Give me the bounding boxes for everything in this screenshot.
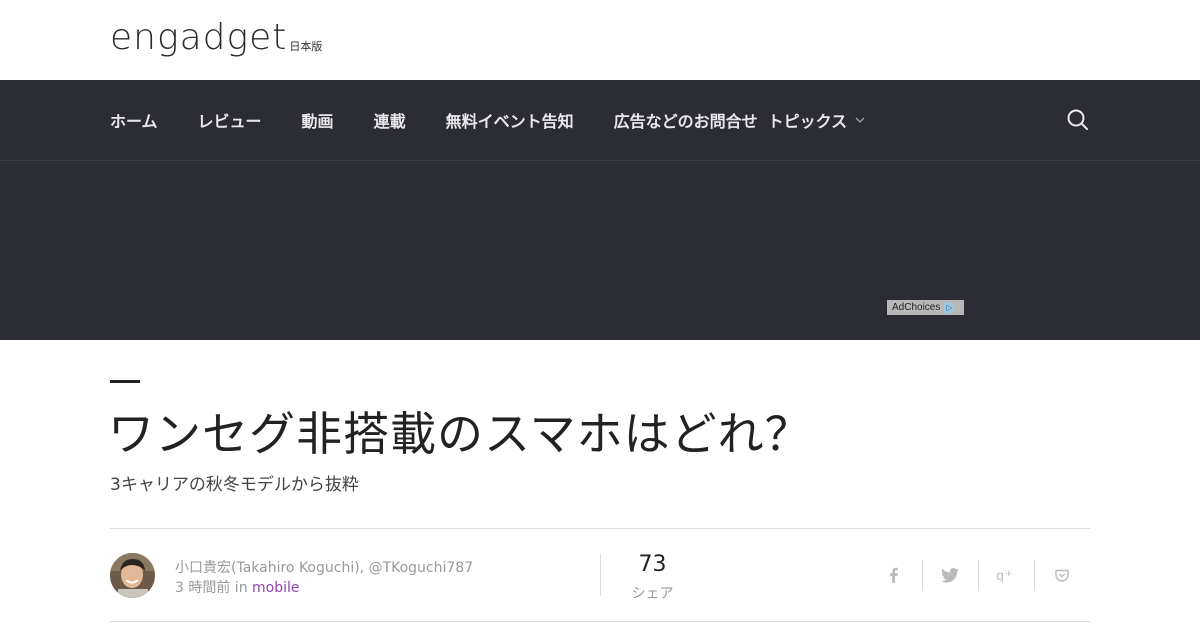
engadget-logo[interactable]: engadget 日本版 [110,18,322,58]
adchoices-badge[interactable]: AdChoices ▷ [887,300,964,315]
author-avatar[interactable] [110,553,155,598]
title-accent-dash [110,380,140,383]
nav-item-topics-label: トピックス [767,112,848,131]
pocket-icon [1055,569,1069,582]
main-navigation: ホーム レビュー 動画 連載 無料イベント告知 広告などのお問合せ トピックス [0,80,1200,161]
adchoices-icon: ▷ [944,302,955,313]
search-icon[interactable] [1066,108,1090,132]
author-name[interactable]: 小口貴宏(Takahiro Koguchi), @TKoguchi787 [175,557,473,577]
ad-banner: AdChoices ▷ [0,161,1200,340]
facebook-share-button[interactable] [866,560,922,590]
article-subtitle: 3キャリアの秋冬モデルから抜粋 [110,475,359,495]
nav-item-series[interactable]: 連載 [374,108,406,132]
pocket-save-button[interactable] [1034,560,1090,590]
divider [110,621,1090,622]
article-title: ワンセグ非搭載のスマホはどれ？ [108,407,812,461]
chevron-down-icon [855,117,865,123]
svg-text:+: + [1005,569,1013,579]
post-time: 3 時間前 in [175,580,253,596]
nav-item-contact[interactable]: 広告などのお問合せ [614,108,758,132]
logo-edition: 日本版 [289,40,323,53]
site-header: engadget 日本版 [0,0,1200,80]
logo-wordmark: engadget [110,17,288,58]
share-label: シェア [631,586,674,602]
facebook-icon [890,567,898,583]
nav-item-topics[interactable]: トピックス [768,108,866,132]
post-meta: 3 時間前 in mobile [175,577,300,597]
nav-item-videos[interactable]: 動画 [302,108,334,132]
share-count: 73 [638,552,667,577]
nav-item-events[interactable]: 無料イベント告知 [446,108,574,132]
google-plus-icon: g + [996,569,1013,582]
nav-item-reviews[interactable]: レビュー [198,108,262,132]
svg-text:g: g [996,569,1004,582]
twitter-icon [941,567,959,583]
nav-item-home[interactable]: ホーム [110,108,158,132]
twitter-share-button[interactable] [922,560,978,590]
adchoices-label: AdChoices [892,302,941,313]
google-plus-share-button[interactable]: g + [978,560,1034,590]
divider [110,528,1090,529]
category-link[interactable]: mobile [252,580,299,596]
